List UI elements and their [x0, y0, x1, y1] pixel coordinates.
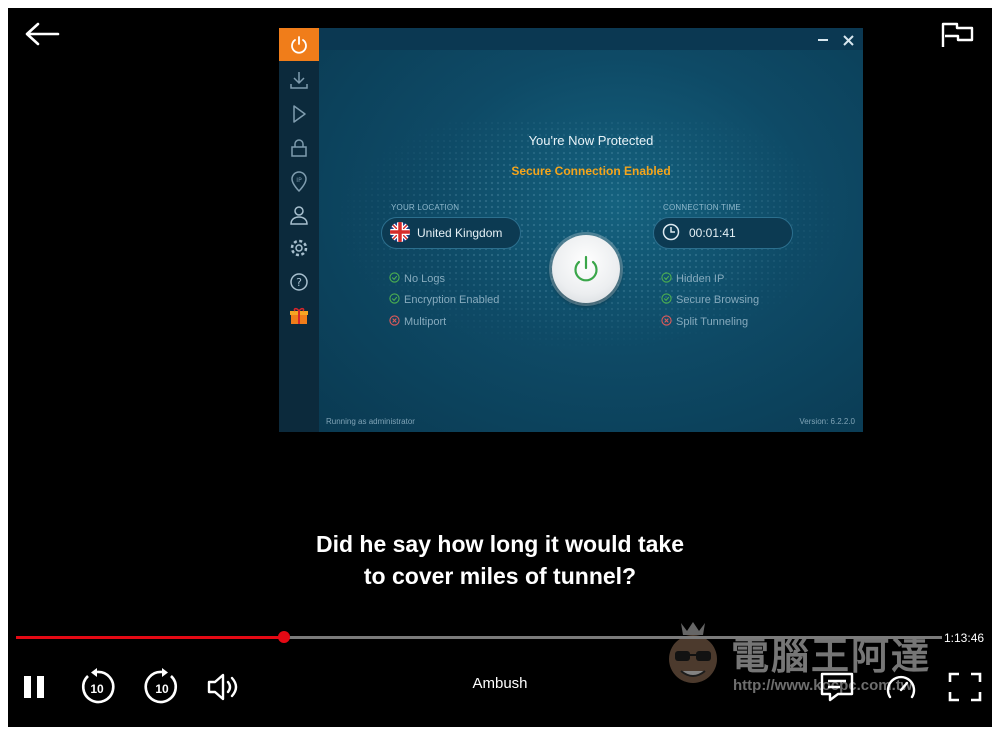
check-icon	[661, 293, 672, 307]
feature-label: Hidden IP	[676, 273, 725, 285]
feature-split-tunneling: Split Tunneling	[661, 315, 748, 329]
feature-label: No Logs	[404, 273, 445, 285]
ip-icon[interactable]: IP	[279, 164, 319, 197]
power-icon[interactable]	[279, 28, 319, 61]
check-icon	[661, 272, 672, 286]
feature-label: Secure Browsing	[676, 294, 760, 306]
vpn-main-panel: You're Now Protected Secure Connection E…	[319, 50, 863, 432]
check-icon	[389, 293, 400, 307]
connection-time-display: 00:01:41	[653, 217, 793, 249]
progress-bar[interactable]	[16, 631, 942, 643]
connect-power-button[interactable]	[552, 235, 620, 303]
playback-speed-icon[interactable]	[884, 671, 918, 703]
cross-icon	[389, 315, 400, 329]
feature-multiport: Multiport	[389, 315, 446, 329]
scrubber-handle[interactable]	[277, 631, 290, 643]
minimize-icon[interactable]	[817, 32, 829, 50]
version-label: Version: 6.2.2.0	[799, 417, 855, 426]
vpn-sidebar: IP ?	[279, 28, 319, 432]
play-icon[interactable]	[279, 97, 319, 130]
report-flag-icon[interactable]	[940, 21, 976, 49]
admin-status: Running as administrator	[326, 417, 415, 426]
feature-label: Split Tunneling	[676, 316, 749, 328]
connection-time-label: CONNECTION TIME	[663, 203, 741, 212]
settings-icon[interactable]	[279, 231, 319, 264]
fullscreen-icon[interactable]	[948, 672, 982, 702]
close-icon[interactable]	[843, 33, 854, 51]
gift-icon[interactable]	[279, 299, 319, 332]
svg-text:?: ?	[296, 276, 302, 289]
time-remaining: 1:13:46	[944, 631, 985, 645]
check-icon	[389, 272, 400, 286]
connection-time-value: 00:01:41	[689, 226, 736, 240]
feature-hidden-ip: Hidden IP	[661, 272, 724, 286]
clock-icon	[662, 223, 680, 244]
location-label: YOUR LOCATION	[391, 203, 460, 212]
subtitle-line: Did he say how long it would take	[315, 531, 685, 557]
subtitle-line: to cover miles of tunnel?	[363, 563, 637, 589]
account-icon[interactable]	[279, 198, 319, 231]
uk-flag-icon	[390, 221, 410, 245]
download-icon[interactable]	[279, 63, 319, 96]
subtitles-icon[interactable]	[820, 672, 854, 702]
location-value: United Kingdom	[417, 226, 503, 240]
progress-bar-fill	[16, 636, 284, 639]
feature-secure-browsing: Secure Browsing	[661, 293, 759, 307]
feature-no-logs: No Logs	[389, 272, 445, 286]
feature-label: Multiport	[404, 316, 447, 328]
vpn-app-window: IP ? You're Now Protected Secure Connect…	[279, 28, 863, 432]
location-selector[interactable]: United Kingdom	[381, 217, 521, 249]
lock-icon[interactable]	[279, 131, 319, 164]
power-icon	[574, 255, 598, 282]
help-icon[interactable]: ?	[279, 265, 319, 298]
status-title: You're Now Protected	[528, 133, 654, 148]
back-arrow-icon[interactable]	[24, 22, 60, 46]
feature-encryption: Encryption Enabled	[389, 293, 499, 307]
svg-text:IP: IP	[296, 177, 302, 184]
cross-icon	[661, 315, 672, 329]
video-player[interactable]: IP ? You're Now Protected Secure Connect…	[8, 8, 992, 727]
status-subtitle: Secure Connection Enabled	[511, 164, 671, 178]
feature-label: Encryption Enabled	[404, 294, 500, 306]
vpn-titlebar	[319, 28, 863, 50]
subtitle-text: Did he say how long it would take to cov…	[8, 528, 992, 592]
